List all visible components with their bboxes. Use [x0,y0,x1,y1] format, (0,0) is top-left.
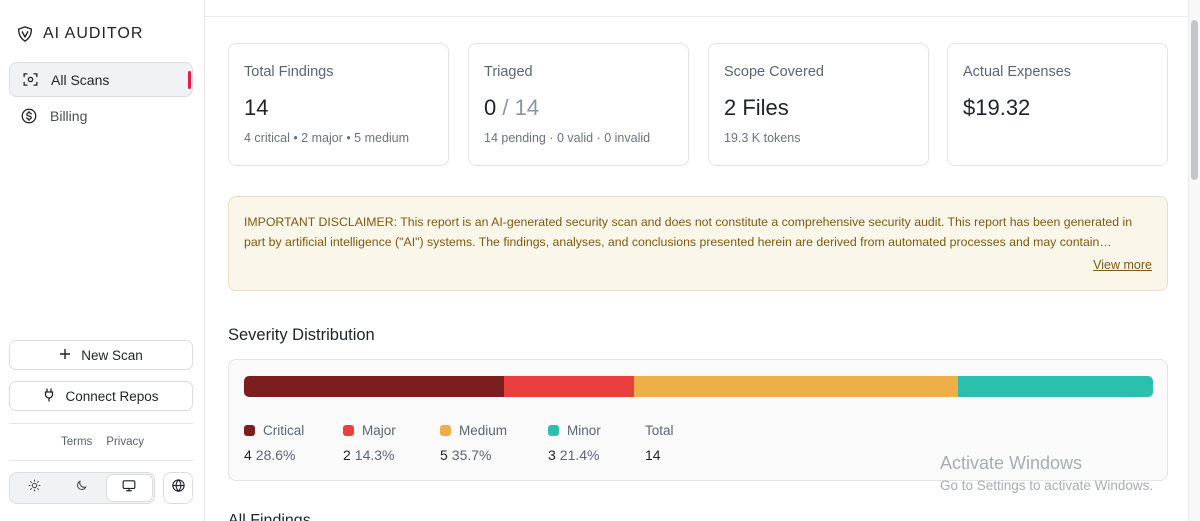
theme-light-button[interactable] [12,475,57,501]
triaged-card: Triaged 0 / 14 14 pending · 0 valid · 0 … [468,43,689,166]
severity-segment-major [503,376,634,397]
card-title: Total Findings [244,64,334,80]
triaged-total: / 14 [502,95,540,120]
card-title: Triaged [484,64,533,80]
total-count: 14 [645,447,661,463]
severity-segment-minor [958,376,1153,397]
card-value: $19.32 [963,95,1031,120]
terms-link[interactable]: Terms [61,436,92,448]
theme-system-button[interactable] [106,475,152,501]
sidebar-divider [9,423,193,424]
total-findings-card: Total Findings 14 4 critical • 2 major •… [228,43,449,166]
legend-count: 5 [440,447,448,463]
windows-activation-watermark: Activate Windows Go to Settings to activ… [940,453,1153,493]
legend-count: 3 [548,447,556,463]
sun-icon [28,479,41,497]
legend-label: Medium [459,423,508,438]
scope-covered-card: Scope Covered 2 Files 19.3 K tokens [708,43,929,166]
disclaimer-text: IMPORTANT DISCLAIMER: This report is an … [244,215,1133,249]
disclaimer-banner: IMPORTANT DISCLAIMER: This report is an … [228,196,1168,291]
theme-dark-button[interactable] [59,475,104,501]
card-value: 14 [244,95,269,120]
plus-icon [59,348,71,363]
watermark-title: Activate Windows [940,453,1083,473]
language-button[interactable] [163,472,193,504]
sidebar-item-label: Billing [50,107,88,124]
connect-repos-button[interactable]: Connect Repos [9,381,193,411]
actual-expenses-card: Actual Expenses $19.32 [947,43,1168,166]
legend-percent: 14.3% [354,447,395,463]
card-subtitle: 4 critical • 2 major • 5 medium [244,131,410,145]
new-scan-button[interactable]: New Scan [9,340,193,370]
sidebar-item-billing[interactable]: Billing [9,98,193,133]
new-scan-label: New Scan [81,347,143,363]
monitor-icon [122,479,136,497]
view-more-link[interactable]: View more [1093,255,1152,275]
sidebar-item-label: All Scans [51,71,110,88]
page-scrollbar[interactable] [1188,0,1200,521]
sidebar: AI AUDITOR All Scans Billing New Scan Co… [0,0,205,521]
scrollbar-thumb[interactable] [1191,20,1198,180]
sidebar-item-all-scans[interactable]: All Scans [9,62,193,97]
plug-icon [43,387,55,405]
legend-label: Minor [567,423,601,438]
medium-swatch [440,425,451,436]
sidebar-divider [9,460,193,461]
card-subtitle: 14 pending · 0 valid · 0 invalid [484,131,651,145]
severity-section-title: Severity Distribution [228,326,375,344]
card-value: 0 / 14 [484,97,673,119]
card-value: 2 Files [724,95,789,120]
legend-percent: 35.7% [451,447,492,463]
legend-medium: Medium 5 35.7% [440,423,507,463]
legend-percent: 21.4% [559,447,600,463]
brand-name: AI AUDITOR [43,25,144,42]
connect-repos-label: Connect Repos [65,388,159,404]
legend-label: Major [362,423,396,438]
major-swatch [343,425,354,436]
legend-minor: Minor 3 21.4% [548,423,601,463]
legend-label: Total [645,423,674,438]
moon-icon [75,479,88,497]
dollar-icon [20,107,38,125]
scan-icon [21,71,39,89]
theme-switcher [9,472,155,504]
header-divider [205,16,1188,17]
privacy-link[interactable]: Privacy [106,436,144,448]
severity-segment-medium [633,376,959,397]
brand[interactable]: AI AUDITOR [16,22,143,46]
watermark-subtitle: Go to Settings to activate Windows. [940,478,1154,493]
legend-major: Major 2 14.3% [343,423,396,463]
critical-swatch [244,425,255,436]
globe-icon [171,478,186,498]
legend-count: 2 [343,447,351,463]
triaged-count: 0 [484,95,497,120]
card-subtitle: 19.3 K tokens [724,131,801,145]
card-title: Scope Covered [724,64,824,80]
shield-logo-icon [16,25,34,43]
minor-swatch [548,425,559,436]
card-title: Actual Expenses [963,64,1072,80]
severity-segment-critical [244,376,504,397]
legend-count: 4 [244,447,252,463]
severity-bar [244,376,1153,397]
legend-total: Total 14 [645,423,674,463]
legend-critical: Critical 4 28.6% [244,423,304,463]
all-findings-heading: All Findings [228,512,311,521]
legend-label: Critical [263,423,305,438]
legal-links: Terms Privacy [0,436,205,448]
active-indicator [188,71,191,89]
legend-percent: 28.6% [255,447,296,463]
